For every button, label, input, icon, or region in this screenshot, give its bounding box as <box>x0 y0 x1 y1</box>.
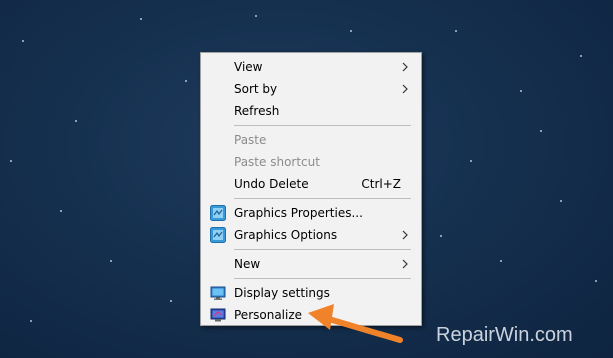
menu-item-view[interactable]: View <box>201 56 421 78</box>
menu-item-graphics-options[interactable]: Graphics Options <box>201 224 421 246</box>
intel-graphics-icon <box>210 205 226 221</box>
watermark-text: RepairWin.com <box>436 324 573 346</box>
star <box>560 200 562 202</box>
star <box>22 40 24 42</box>
star <box>580 55 582 57</box>
menu-separator <box>234 198 411 199</box>
menu-item-label: Graphics Options <box>234 228 338 242</box>
star <box>470 160 472 162</box>
menu-item-shortcut: Ctrl+Z <box>361 177 401 191</box>
personalize-icon <box>210 308 226 322</box>
star <box>520 90 522 92</box>
star <box>350 30 352 32</box>
intel-graphics-icon <box>210 227 226 243</box>
menu-separator <box>234 249 411 250</box>
menu-item-label: Paste <box>234 133 267 147</box>
star <box>170 300 172 302</box>
star <box>595 280 597 282</box>
menu-item-paste[interactable]: Paste <box>201 129 421 151</box>
menu-item-label: Paste shortcut <box>234 155 320 169</box>
star <box>440 235 442 237</box>
menu-item-paste-shortcut[interactable]: Paste shortcut <box>201 151 421 173</box>
desktop-context-menu: View Sort by Refresh Paste Paste shortcu… <box>200 52 422 326</box>
chevron-right-icon <box>402 259 408 269</box>
star <box>255 15 257 17</box>
menu-item-label: New <box>234 257 261 271</box>
star <box>75 120 77 122</box>
star <box>185 80 187 82</box>
menu-item-label: View <box>234 60 263 74</box>
star <box>455 30 457 32</box>
menu-item-label: Display settings <box>234 286 330 300</box>
chevron-right-icon <box>402 62 408 72</box>
menu-item-refresh[interactable]: Refresh <box>201 100 421 122</box>
menu-item-new[interactable]: New <box>201 253 421 275</box>
menu-separator <box>234 125 411 126</box>
star <box>500 260 502 262</box>
star <box>110 260 112 262</box>
menu-item-label: Refresh <box>234 104 280 118</box>
monitor-icon <box>210 286 226 300</box>
star <box>60 210 62 212</box>
menu-item-graphics-properties[interactable]: Graphics Properties... <box>201 202 421 224</box>
star <box>10 160 12 162</box>
star <box>30 320 32 322</box>
menu-item-label: Personalize <box>234 308 303 322</box>
chevron-right-icon <box>402 84 408 94</box>
chevron-right-icon <box>402 230 408 240</box>
menu-item-sort-by[interactable]: Sort by <box>201 78 421 100</box>
menu-separator <box>234 278 411 279</box>
menu-item-undo-delete[interactable]: Undo Delete Ctrl+Z <box>201 173 421 195</box>
star <box>140 18 142 20</box>
menu-item-label: Undo Delete <box>234 177 309 191</box>
star <box>540 130 542 132</box>
annotation-arrow-icon <box>308 304 403 343</box>
menu-item-label: Sort by <box>234 82 278 96</box>
menu-item-label: Graphics Properties... <box>234 206 363 220</box>
